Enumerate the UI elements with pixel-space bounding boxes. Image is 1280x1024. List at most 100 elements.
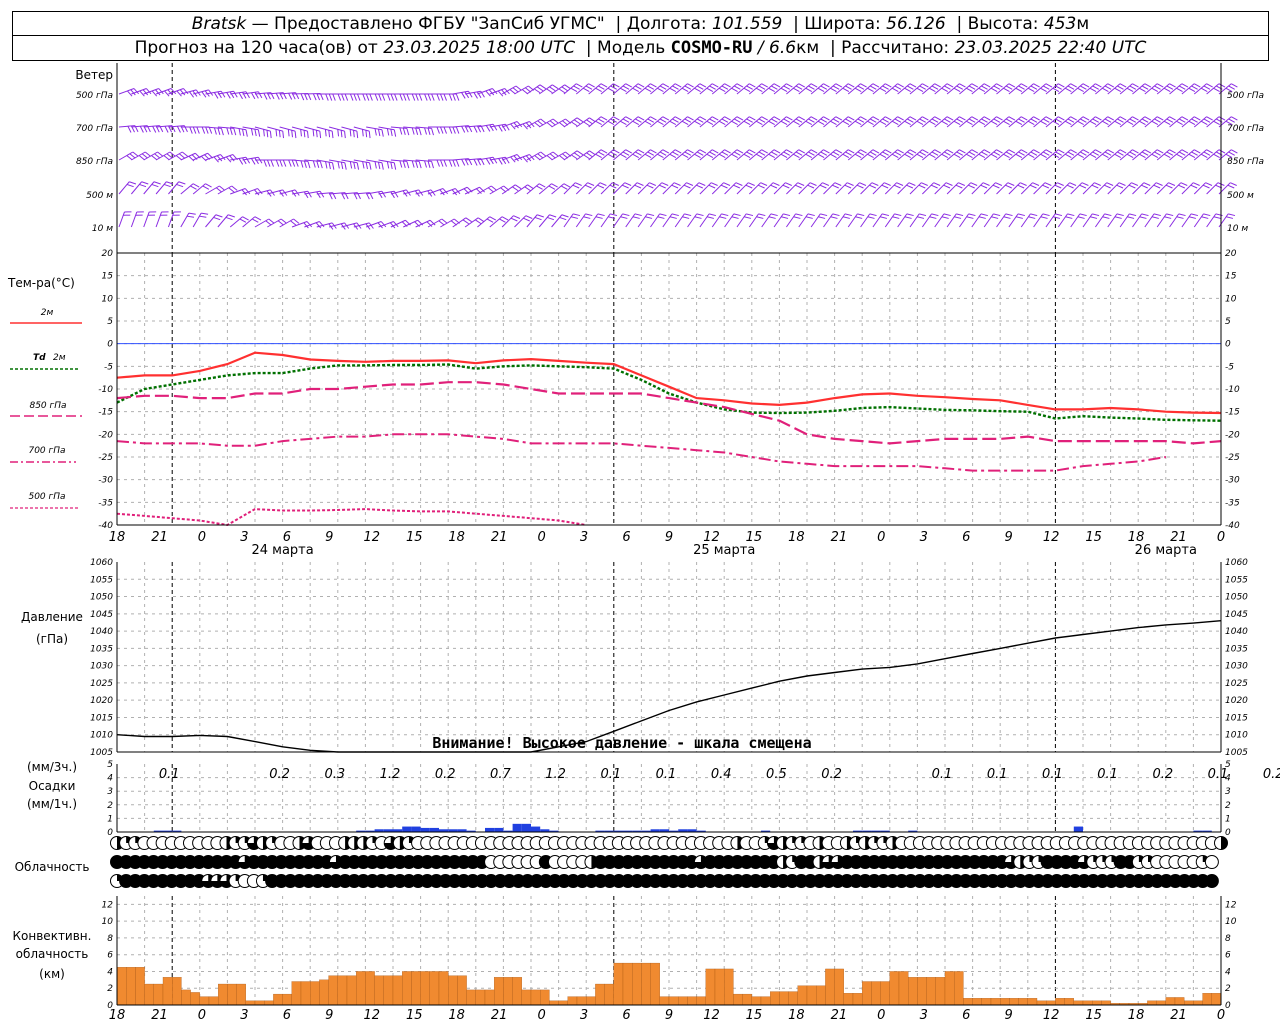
wind-barb-feather (931, 151, 939, 156)
wind-barb-feather (823, 116, 830, 121)
wind-barb-feather (867, 153, 874, 159)
wind-barb-feather (353, 93, 357, 101)
wind-barb-feather (844, 213, 852, 217)
wind-barb-feather (761, 149, 768, 154)
wind-barb-staff (192, 212, 202, 228)
wind-barb-feather (337, 161, 340, 169)
x-tick-hour-bottom: 9 (1005, 1008, 1013, 1023)
wind-barb-feather (782, 184, 790, 189)
wind-barb-feather (736, 116, 744, 121)
wind-barb-feather (823, 149, 830, 154)
wind-barb-feather (892, 216, 900, 219)
wind-barb-feather (672, 85, 679, 90)
x-tick-hour: 15 (1085, 530, 1102, 545)
wind-barb-feather (1213, 120, 1220, 126)
wind-barb-feather (163, 155, 170, 161)
wind-barb-feather (1202, 184, 1210, 189)
wind-barb-feather (489, 157, 494, 165)
wind-barb-feather (847, 116, 855, 121)
conv-bar (503, 977, 513, 1006)
temp-tick-right: -10 (1225, 385, 1240, 395)
wind-barb-feather (990, 87, 998, 93)
conv-bar (641, 962, 651, 1006)
wind-barb-feather (534, 216, 542, 221)
conv-bar (935, 977, 946, 1006)
wind-barb-feather (1129, 151, 1137, 156)
wind-barb-feather (823, 83, 830, 88)
x-tick-hour-bottom: 21 (831, 1008, 848, 1023)
wind-barb-feather (1065, 216, 1073, 219)
wind-barb-feather (1181, 116, 1189, 121)
precip-bar (531, 826, 541, 832)
wind-barb-feather (1092, 151, 1099, 156)
wind-barb-feather (867, 87, 874, 93)
wind-barb-feather (946, 149, 954, 154)
wind-barb-staff (1033, 213, 1044, 228)
wind-barb-feather (563, 183, 571, 188)
wind-barb-feather (659, 151, 667, 156)
wind-barb-feather (771, 118, 778, 123)
wind-barb-feather (995, 182, 1003, 186)
wind-barb-feather (536, 214, 544, 218)
wind-barb-feather (164, 125, 169, 133)
wind-barb-feather (996, 83, 1003, 88)
wind-barb-feather (662, 83, 670, 88)
wind-barb-feather (270, 159, 274, 167)
wind-barb-feather (808, 118, 815, 123)
wind-barb-feather (1077, 120, 1084, 126)
precip-total-label: 0.2 (1263, 767, 1280, 782)
wind-barb-feather (684, 85, 692, 90)
wind-barb-feather (424, 93, 428, 101)
wind-barb-feather (1027, 120, 1035, 126)
conv-bar (1000, 998, 1010, 1006)
wind-barb-feather (1218, 83, 1226, 88)
wind-barb-feather (597, 118, 605, 123)
press-tick-left: 1005 (90, 748, 113, 758)
x-tick-hour-bottom: 21 (491, 1008, 508, 1023)
wind-barb-feather (1005, 85, 1013, 90)
x-tick-hour-bottom: 21 (151, 1008, 168, 1023)
wind-level-700hpa-right: 700 гПа (1227, 124, 1264, 134)
wind-barb-feather (126, 155, 133, 161)
wind-barb-feather (138, 155, 145, 161)
wind-barb-feather (319, 131, 322, 139)
wind-barb-staff (217, 185, 232, 195)
wind-barb-feather (537, 153, 544, 159)
wind-barb-feather (1092, 213, 1100, 217)
wind-barb-feather (966, 153, 973, 159)
wind-barb-staff (217, 214, 229, 228)
wind-barb-feather (1104, 85, 1112, 90)
wind-barb-feather (411, 160, 415, 168)
wind-barb-feather (251, 92, 256, 100)
conv-bar (1184, 1000, 1194, 1006)
wind-barb-feather (696, 184, 703, 189)
wind-barb-feather (573, 213, 581, 217)
precip-tick-left: 5 (107, 760, 113, 770)
wind-barb-staff (674, 213, 685, 228)
wind-barb-feather (909, 149, 917, 154)
wind-barb-feather (269, 131, 272, 139)
conv-bar (236, 983, 246, 1006)
conv-bar (1018, 998, 1028, 1006)
wind-barb-feather (600, 149, 608, 154)
wind-barb-feather (607, 153, 615, 159)
wind-barb-feather (436, 126, 440, 134)
wind-barb-feather (928, 87, 936, 93)
wind-barb-feather (1155, 182, 1163, 186)
wind-barb-feather (1092, 85, 1099, 90)
wind-barb-feather (1017, 213, 1025, 217)
wind-barb-feather (152, 125, 157, 133)
wind-barb-feather (1003, 153, 1010, 159)
wind-barb-feather (438, 220, 445, 226)
wind-barb-feather (1188, 153, 1196, 159)
wind-barb-feather (1066, 184, 1074, 189)
wind-barb-feather (993, 118, 1001, 123)
wind-barb-feather (795, 184, 802, 189)
wind-barb-feather (879, 120, 887, 126)
wind-barb-feather (1064, 153, 1072, 159)
wind-barb-staff (489, 185, 504, 195)
wind-barb-staff (180, 183, 194, 195)
wind-barb-staff (847, 213, 858, 228)
pressure-warning: Внимание! Высокое давление - шкала смеще… (432, 734, 811, 752)
temp-tick-left: 5 (107, 317, 113, 327)
